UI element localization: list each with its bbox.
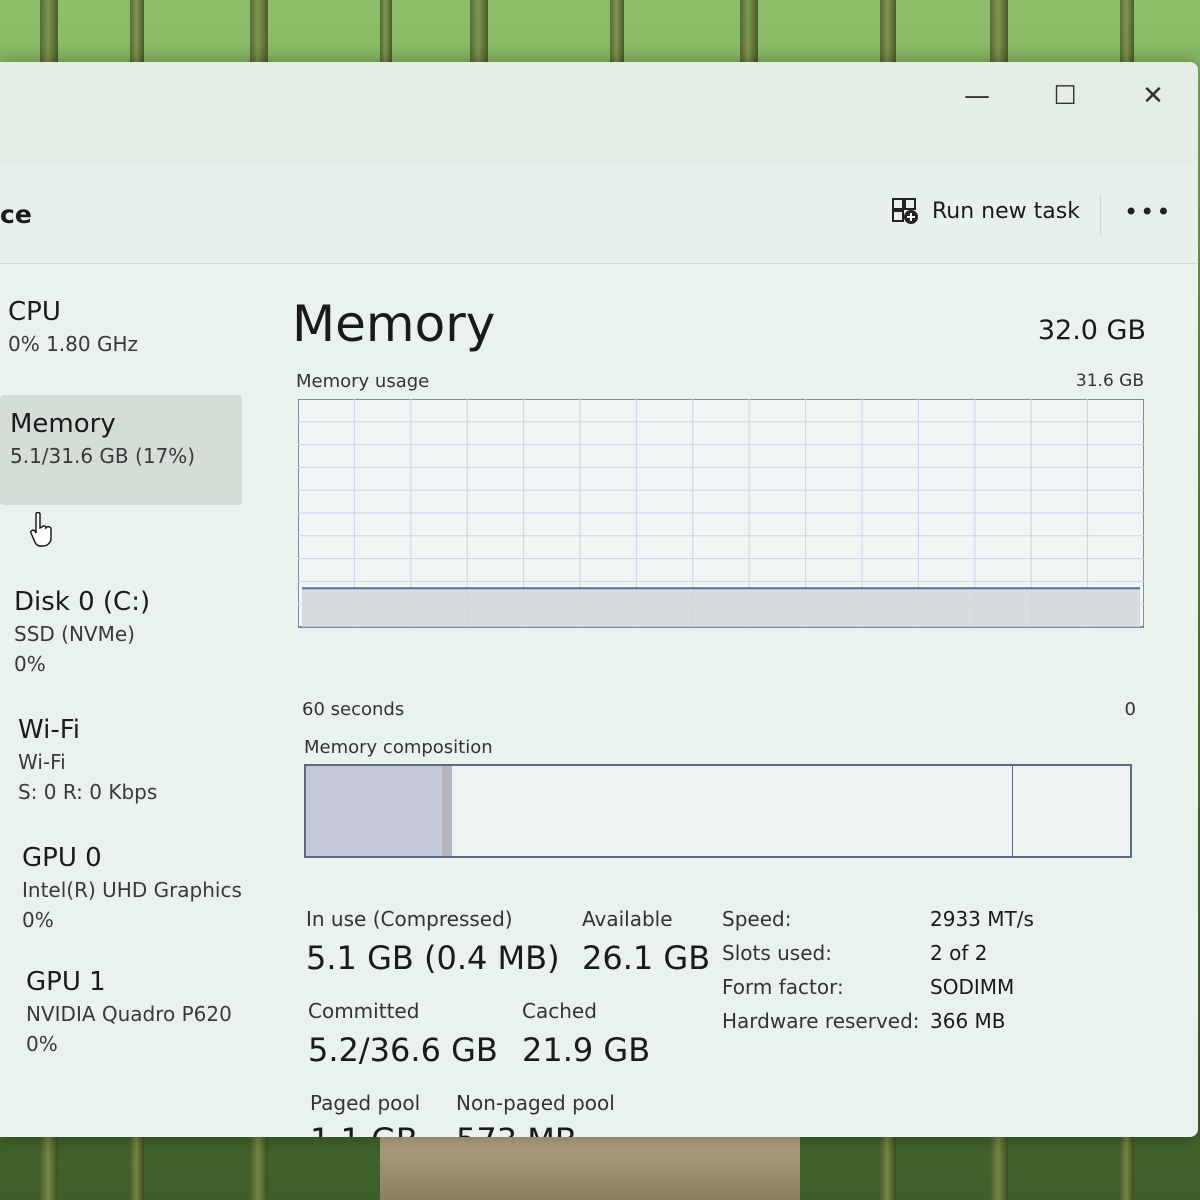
- available-label: Available: [582, 907, 673, 931]
- speed-label: Speed:: [722, 907, 792, 931]
- title-bar[interactable]: — ☐ ✕: [0, 62, 1198, 166]
- in-use-label: In use (Compressed): [306, 907, 513, 931]
- sidebar-item-detail: NVIDIA Quadro P620: [26, 1002, 232, 1026]
- minimize-button[interactable]: —: [954, 76, 1000, 116]
- time-axis-start-label: 60 seconds: [302, 699, 405, 720]
- sidebar-item-title: Wi-Fi: [18, 715, 81, 745]
- paged-pool-value: 1.1 GB: [310, 1121, 418, 1137]
- composition-standby-divider: [1012, 766, 1013, 856]
- toolbar: ce Run new task •••: [0, 166, 1198, 264]
- sidebar-item-memory[interactable]: Memory 5.1/31.6 GB (17%): [0, 395, 242, 505]
- maximize-button[interactable]: ☐: [1042, 76, 1088, 116]
- sidebar-item-gpu-1[interactable]: GPU 1 NVIDIA Quadro P620 0%: [0, 965, 242, 1059]
- sidebar-item-detail: 0%: [22, 908, 54, 932]
- more-options-button[interactable]: •••: [1124, 198, 1172, 226]
- memory-usage-chart: [298, 399, 1144, 628]
- page-heading: ce: [0, 200, 32, 229]
- memory-panel: Memory 32.0 GB Memory usage 31.6 GB 60 s…: [290, 265, 1160, 1137]
- composition-in-use-segment[interactable]: [306, 766, 442, 856]
- sidebar-item-title: Disk 0 (C:): [14, 587, 151, 617]
- committed-label: Committed: [308, 999, 420, 1023]
- sidebar-item-detail: 0%: [14, 652, 46, 676]
- form-factor-value: SODIMM: [930, 975, 1015, 999]
- run-new-task-label: Run new task: [932, 198, 1080, 224]
- available-value: 26.1 GB: [582, 939, 711, 977]
- cached-value: 21.9 GB: [522, 1031, 651, 1069]
- committed-value: 5.2/36.6 GB: [308, 1031, 498, 1069]
- memory-usage-label: Memory usage: [296, 371, 430, 392]
- sidebar-item-detail: 0% 1.80 GHz: [8, 332, 139, 356]
- cached-label: Cached: [522, 999, 597, 1023]
- hardware-reserved-label: Hardware reserved:: [722, 1009, 920, 1033]
- non-paged-pool-value: 573 MB: [456, 1121, 577, 1137]
- sidebar-item-wifi[interactable]: Wi-Fi Wi-Fi S: 0 R: 0 Kbps: [0, 713, 242, 807]
- run-task-icon: [892, 198, 918, 224]
- run-new-task-button[interactable]: Run new task: [890, 196, 1080, 226]
- hand-cursor-icon: [30, 512, 52, 547]
- non-paged-pool-label: Non-paged pool: [456, 1091, 615, 1115]
- memory-total: 32.0 GB: [1037, 315, 1146, 346]
- slots-used-label: Slots used:: [722, 941, 832, 965]
- time-axis-end-label: 0: [1124, 699, 1136, 720]
- sidebar-item-detail: 5.1/31.6 GB (17%): [10, 444, 196, 468]
- sidebar-item-title: GPU 1: [26, 967, 106, 997]
- slots-used-value: 2 of 2: [930, 941, 988, 965]
- sidebar-item-title: GPU 0: [22, 843, 102, 873]
- composition-modified-segment[interactable]: [442, 766, 452, 856]
- sidebar-item-detail: Wi-Fi: [18, 750, 66, 774]
- speed-value: 2933 MT/s: [930, 907, 1034, 931]
- performance-sidebar: CPU 0% 1.80 GHz Memory 5.1/31.6 GB (17%)…: [0, 265, 250, 1125]
- sidebar-item-detail: S: 0 R: 0 Kbps: [18, 780, 158, 804]
- memory-usage-area: [302, 588, 1140, 627]
- memory-composition-bar[interactable]: [304, 764, 1132, 858]
- sidebar-item-detail: SSD (NVMe): [14, 622, 135, 646]
- sidebar-item-disk-0[interactable]: Disk 0 (C:) SSD (NVMe) 0%: [0, 585, 242, 679]
- sidebar-item-gpu-0[interactable]: GPU 0 Intel(R) UHD Graphics 0%: [0, 841, 242, 935]
- hardware-reserved-value: 366 MB: [930, 1009, 1006, 1033]
- memory-usage-max: 31.6 GB: [1075, 371, 1144, 391]
- memory-composition-label: Memory composition: [304, 737, 493, 758]
- sidebar-item-detail: Intel(R) UHD Graphics: [22, 878, 242, 902]
- panel-title: Memory: [292, 295, 496, 353]
- sidebar-item-detail: 0%: [26, 1032, 58, 1056]
- paged-pool-label: Paged pool: [310, 1091, 421, 1115]
- sidebar-item-title: Memory: [10, 409, 116, 439]
- toolbar-divider: [1100, 194, 1101, 236]
- sidebar-item-title: CPU: [8, 297, 61, 327]
- task-manager-window: — ☐ ✕ ce Run new task ••• CPU 0% 1.80 GH…: [0, 62, 1198, 1137]
- wallpaper-path: [380, 1130, 800, 1200]
- in-use-value: 5.1 GB (0.4 MB): [306, 939, 560, 977]
- sidebar-item-cpu[interactable]: CPU 0% 1.80 GHz: [0, 295, 242, 359]
- form-factor-label: Form factor:: [722, 975, 844, 999]
- close-button[interactable]: ✕: [1130, 76, 1176, 116]
